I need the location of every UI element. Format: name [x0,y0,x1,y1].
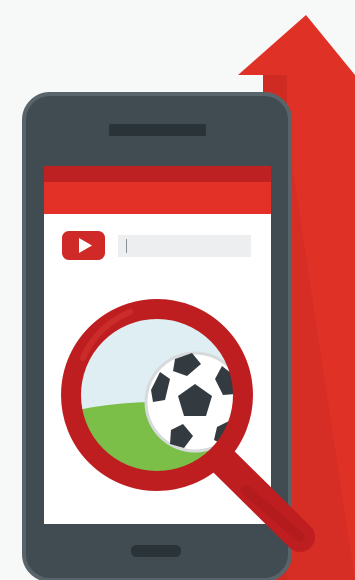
app-header [44,182,271,214]
home-button[interactable] [131,545,181,557]
play-button-icon[interactable] [62,231,105,260]
mobile-video-search-illustration [22,15,355,580]
phone-speaker [109,124,206,136]
status-bar [44,166,271,182]
search-text-cursor [126,239,127,253]
illustration-stage [0,0,355,580]
search-input[interactable] [118,235,251,257]
